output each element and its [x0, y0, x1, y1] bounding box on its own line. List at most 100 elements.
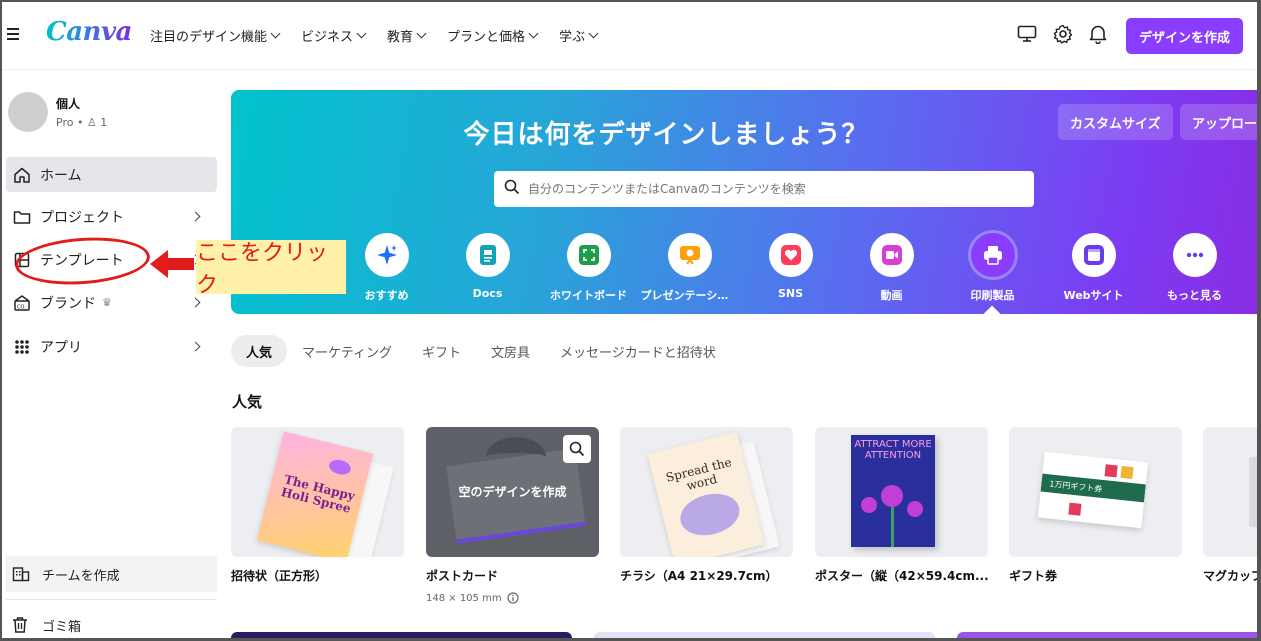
card-title: ポスター（縦（42×59.4cm...	[815, 569, 988, 583]
tab-cards-invitations[interactable]: メッセージカードと招待状	[545, 335, 731, 367]
design-categories: おすすめ Docs ホワイトボード プレゼンテーション SNS 動画 印刷製品 …	[336, 233, 1245, 303]
trash-icon	[12, 616, 32, 634]
gift-voucher-thumbnail: 1万円ギフト券	[1009, 427, 1182, 557]
trash-button[interactable]: ゴミ箱	[6, 607, 217, 638]
search-icon	[569, 441, 585, 457]
card-title: 招待状（正方形）	[231, 569, 328, 583]
category-whiteboard[interactable]: ホワイトボード	[538, 233, 639, 303]
category-recommended[interactable]: おすすめ	[336, 233, 437, 303]
next-row-thumbnail	[957, 632, 1257, 638]
nav-item-business[interactable]: ビジネス	[301, 26, 367, 45]
category-more[interactable]: もっと見る	[1144, 233, 1245, 303]
apps-grid-icon	[12, 339, 32, 355]
sidebar-item-label: アプリ	[40, 339, 82, 356]
annotation-arrow-icon	[150, 250, 194, 278]
sidebar-item-label: ホーム	[40, 167, 82, 184]
chevron-down-icon	[588, 28, 599, 39]
tab-marketing[interactable]: マーケティング	[287, 335, 407, 367]
postcard-thumbnail: 空のデザインを作成	[426, 427, 599, 557]
team-icon	[12, 566, 32, 582]
sidebar-divider	[6, 599, 217, 600]
upload-button[interactable]: アップロード	[1180, 104, 1257, 140]
category-sns[interactable]: SNS	[740, 233, 841, 303]
category-video[interactable]: 動画	[841, 233, 942, 303]
video-icon	[869, 233, 914, 277]
top-navigation: Canva 注目のデザイン機能 ビジネス 教育 プランと価格 学ぶ デザインを作…	[2, 2, 1257, 70]
home-icon	[12, 166, 32, 184]
category-print[interactable]: 印刷製品	[942, 233, 1043, 303]
poster-thumb-text: ATTRACT MORE ATTENTION	[854, 439, 932, 461]
flyer-thumb-text: Spread the word	[664, 454, 733, 494]
chevron-down-icon	[528, 28, 539, 39]
mug-thumbnail	[1203, 427, 1257, 557]
nav-item-pricing[interactable]: プランと価格	[447, 26, 539, 45]
card-title: ポストカード	[426, 569, 499, 583]
docs-icon	[465, 233, 510, 277]
create-design-button[interactable]: デザインを作成	[1126, 18, 1243, 54]
create-team-label: チームを作成	[42, 568, 120, 584]
avatar	[8, 92, 48, 132]
trash-label: ゴミ箱	[42, 619, 82, 635]
chevron-down-icon	[416, 28, 427, 39]
nav-item-features[interactable]: 注目のデザイン機能	[150, 26, 281, 45]
card-subtitle: 148 × 105 mm	[426, 592, 599, 604]
create-team-button[interactable]: チームを作成	[6, 556, 217, 592]
canva-logo[interactable]: Canva	[46, 17, 132, 47]
hamburger-menu-icon[interactable]	[7, 28, 19, 43]
gear-icon[interactable]	[1053, 24, 1073, 44]
card-title: ギフト券	[1009, 569, 1058, 583]
nav-item-education[interactable]: 教育	[387, 26, 427, 45]
info-icon[interactable]	[506, 592, 519, 604]
nav-icons	[1017, 24, 1107, 44]
category-docs[interactable]: Docs	[437, 233, 538, 303]
sidebar-item-home[interactable]: ホーム	[6, 157, 217, 192]
heart-icon	[768, 233, 813, 277]
search-input[interactable]	[528, 182, 1008, 196]
zoom-button[interactable]	[563, 435, 591, 463]
template-tabs: 人気 マーケティング ギフト 文房具 メッセージカードと招待状	[231, 335, 731, 367]
website-icon	[1071, 233, 1116, 277]
search-bar[interactable]	[494, 171, 1034, 207]
invitation-thumb-text: The Happy Holi Spree	[279, 472, 357, 516]
annotation-label: ここをクリック	[196, 240, 346, 298]
more-icon	[1172, 233, 1217, 277]
nav-item-learn[interactable]: 学ぶ	[559, 26, 599, 45]
next-row-thumbnail	[594, 632, 935, 638]
sidebar: 個人 Pro • ♙ 1 ホーム プロジェクト テンプレート CO. ブランド …	[2, 70, 217, 638]
template-card-postcard[interactable]: 空のデザインを作成 ポストカード 148 × 105 mm	[426, 427, 599, 604]
next-row-thumbnail	[231, 632, 572, 638]
hero-title: 今日は何をデザインしましょう？	[463, 120, 869, 150]
category-presentation[interactable]: プレゼンテーション	[639, 233, 740, 303]
card-title: チラシ（A4 21×29.7cm）	[620, 569, 778, 583]
printer-icon	[970, 233, 1015, 277]
sidebar-item-label: ブランド	[40, 295, 96, 312]
tab-gift[interactable]: ギフト	[407, 335, 476, 367]
folder-icon	[12, 209, 32, 225]
template-card-invitation[interactable]: The Happy Holi Spree 招待状（正方形）	[231, 427, 404, 584]
chevron-right-icon	[190, 211, 201, 222]
tab-popular[interactable]: 人気	[231, 335, 288, 367]
hero-banner: 今日は何をデザインしましょう？ カスタムサイズ アップロード おすすめ Docs…	[231, 90, 1257, 314]
profile[interactable]: 個人 Pro • ♙ 1	[8, 92, 107, 132]
sidebar-item-projects[interactable]: プロジェクト	[6, 199, 217, 234]
category-website[interactable]: Webサイト	[1043, 233, 1144, 303]
bell-icon[interactable]	[1089, 24, 1107, 44]
sidebar-item-apps[interactable]: アプリ	[6, 329, 217, 364]
sidebar-item-brand[interactable]: CO. ブランド ♛	[6, 285, 217, 320]
template-card-poster[interactable]: ATTRACT MORE ATTENTION ポスター（縦（42×59.4cm.…	[815, 427, 988, 584]
sparkle-icon	[364, 233, 409, 277]
chevron-down-icon	[356, 28, 367, 39]
template-card-gift-voucher[interactable]: 1万円ギフト券 ギフト券	[1009, 427, 1182, 584]
profile-plan: Pro • ♙ 1	[56, 116, 108, 129]
create-blank-label: 空のデザインを作成	[458, 485, 567, 499]
chevron-down-icon	[270, 28, 281, 39]
desktop-app-icon[interactable]	[1017, 25, 1037, 43]
chevron-right-icon	[190, 341, 201, 352]
svg-text:CO.: CO.	[17, 304, 26, 310]
custom-size-button[interactable]: カスタムサイズ	[1058, 104, 1173, 140]
section-title: 人気	[232, 393, 263, 411]
template-card-mug[interactable]: マグカップ	[1203, 427, 1257, 584]
chevron-right-icon	[190, 297, 201, 308]
tab-stationery[interactable]: 文房具	[476, 335, 545, 367]
template-card-flyer[interactable]: Spread the word チラシ（A4 21×29.7cm）	[620, 427, 793, 584]
